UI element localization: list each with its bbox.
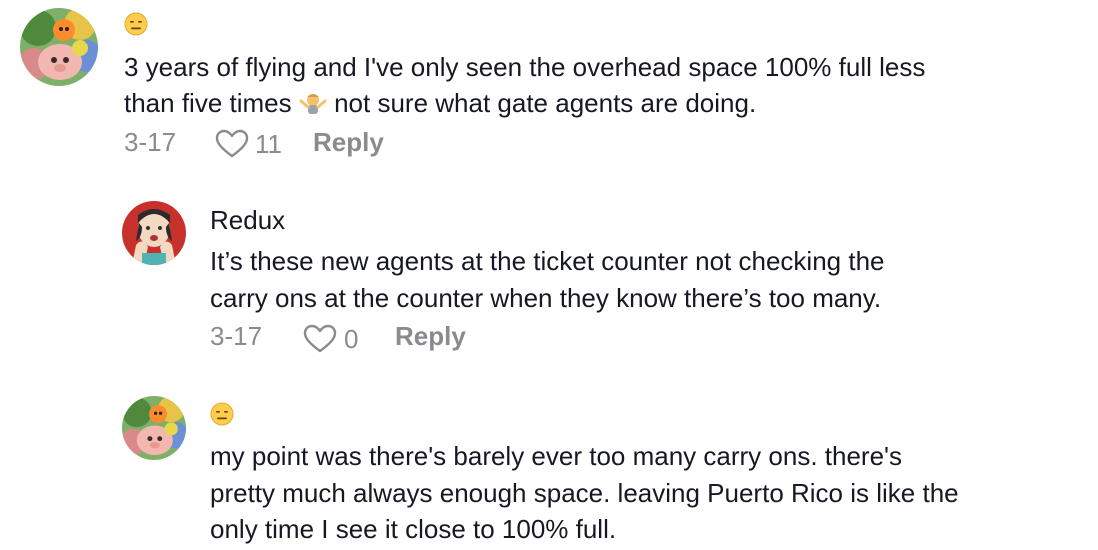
comment-text-fragment: not sure what gate agents are doing. [326, 88, 757, 118]
expressionless-face-emoji-icon [210, 402, 234, 426]
like-count: 11 [255, 129, 282, 159]
comment-text-line: my point was there's barely ever too man… [210, 441, 902, 471]
comment-date: 3-17 [124, 127, 177, 157]
comment-text-fragment: than five times [124, 88, 292, 118]
plush-toys-avatar-image [20, 8, 98, 86]
expressionless-face-emoji-icon [124, 12, 148, 36]
reply-button[interactable]: Reply [395, 321, 466, 351]
heart-outline-icon[interactable] [215, 129, 249, 159]
comment-text-line: 3 years of flying and I've only seen the… [124, 52, 926, 82]
comment-text-line: pretty much always enough space. leaving… [210, 478, 959, 508]
comment-date: 3-17 [210, 321, 263, 351]
like-count: 0 [344, 324, 359, 354]
commenter-avatar[interactable] [20, 8, 98, 86]
shrug-emoji-icon [299, 94, 327, 114]
reply-button[interactable]: Reply [313, 127, 384, 157]
heart-outline-icon[interactable] [303, 324, 337, 354]
plush-toys-avatar-image [122, 396, 186, 460]
commenter-name[interactable]: Redux [210, 205, 285, 235]
comment-text-line: carry ons at the counter when they know … [210, 283, 882, 313]
redux-avatar-image [122, 201, 186, 265]
comment-thread: 3 years of flying and I've only seen the… [0, 0, 1098, 550]
comment-text-line: It’s these new agents at the ticket coun… [210, 246, 885, 276]
comment-text-line: than five times not sure what gate agent… [124, 85, 756, 121]
commenter-avatar[interactable] [122, 201, 186, 265]
comment-text-line: only time I see it close to 100% full. [210, 514, 617, 544]
commenter-avatar[interactable] [122, 396, 186, 460]
